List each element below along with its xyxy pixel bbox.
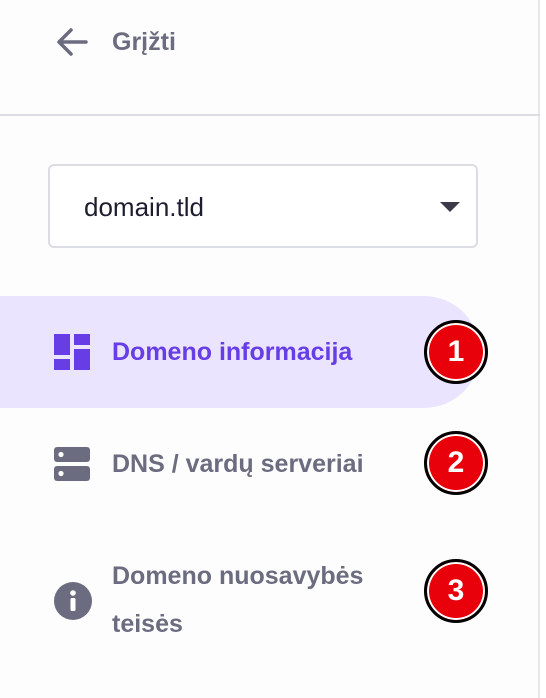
info-icon [54,582,92,625]
nav-item-label-line2: teisės [112,610,183,638]
caret-down-icon [440,202,460,212]
nav-item-dns[interactable]: DNS / vardų serveriai [0,416,480,512]
nav-item-label: Domeno informacija [112,338,353,366]
step-badge-3: 3 [424,559,488,623]
domain-select-value: domain.tld [84,192,204,222]
arrow-left-icon [54,24,90,60]
domain-select[interactable]: domain.tld [48,164,478,248]
nav-item-label-line1: Domeno nuosavybės [112,562,364,590]
back-label: Grįžti [112,27,176,56]
step-badge-2: 2 [424,431,488,495]
back-bar: Grįžti [0,0,540,116]
server-icon [54,446,90,487]
nav-item-ownership[interactable]: Domeno nuosavybės teisės [0,540,480,656]
step-badge-1: 1 [424,320,488,384]
back-button[interactable]: Grįžti [54,22,176,62]
nav-item-domain-info[interactable]: Domeno informacija [0,296,480,408]
sidebar-panel: Grįžti domain.tld Domeno informacija 1 D… [0,0,540,698]
nav-item-label: DNS / vardų serveriai [112,450,364,478]
dashboard-grid-icon [54,334,90,375]
